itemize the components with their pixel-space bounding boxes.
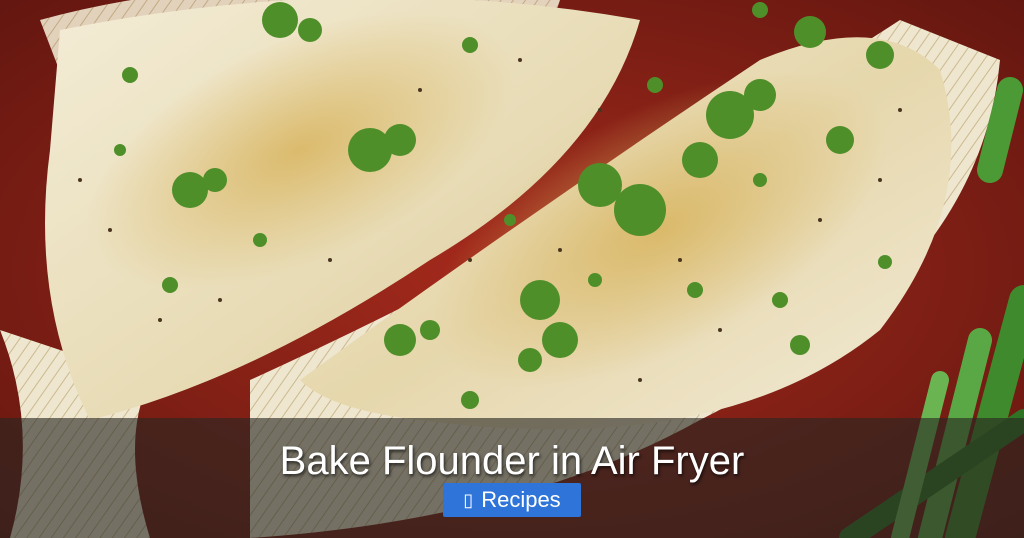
- hero-image: Bake Flounder in Air Fryer ▯ Recipes: [0, 0, 1024, 538]
- folder-icon: ▯: [463, 490, 474, 510]
- recipes-category-button[interactable]: ▯ Recipes: [443, 483, 581, 517]
- category-label: Recipes: [481, 487, 561, 512]
- recipe-title: Bake Flounder in Air Fryer: [279, 439, 745, 483]
